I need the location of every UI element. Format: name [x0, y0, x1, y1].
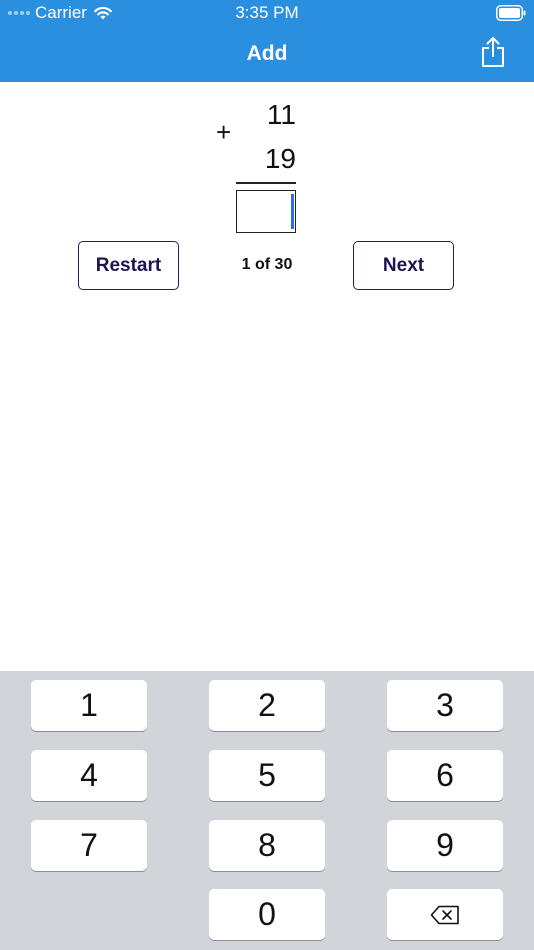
key-3[interactable]: 3	[387, 680, 503, 731]
status-time: 3:35 PM	[235, 3, 299, 22]
backspace-key[interactable]	[387, 889, 503, 940]
navigation-bar: Carrier 3:35 PM Add	[0, 0, 534, 82]
key-5[interactable]: 5	[209, 750, 325, 801]
key-8[interactable]: 8	[209, 820, 325, 871]
battery-icon	[496, 5, 526, 21]
restart-button[interactable]: Restart	[78, 241, 179, 290]
key-2[interactable]: 2	[209, 680, 325, 731]
key-7[interactable]: 7	[31, 820, 147, 871]
screen: Carrier 3:35 PM Add + 11 19 Restart 1 of…	[0, 0, 534, 950]
text-caret	[291, 194, 294, 229]
addition-problem: + 11 19	[200, 95, 310, 240]
key-4[interactable]: 4	[31, 750, 147, 801]
sum-line	[236, 182, 296, 184]
backspace-icon	[430, 905, 459, 924]
key-1[interactable]: 1	[31, 680, 147, 731]
addend-top: 11	[266, 99, 296, 130]
answer-input[interactable]	[236, 190, 296, 233]
addend-bottom: 19	[264, 143, 296, 174]
number-keypad: 1 2 3 4 5 6 7 8 9 0	[0, 671, 534, 950]
key-0[interactable]: 0	[209, 889, 325, 940]
progress-counter: 1 of 30	[241, 256, 293, 273]
share-icon[interactable]	[480, 36, 506, 68]
key-9[interactable]: 9	[387, 820, 503, 871]
next-button[interactable]: Next	[353, 241, 454, 290]
page-title: Add	[246, 42, 288, 65]
operator-sign: +	[216, 117, 232, 147]
key-6[interactable]: 6	[387, 750, 503, 801]
